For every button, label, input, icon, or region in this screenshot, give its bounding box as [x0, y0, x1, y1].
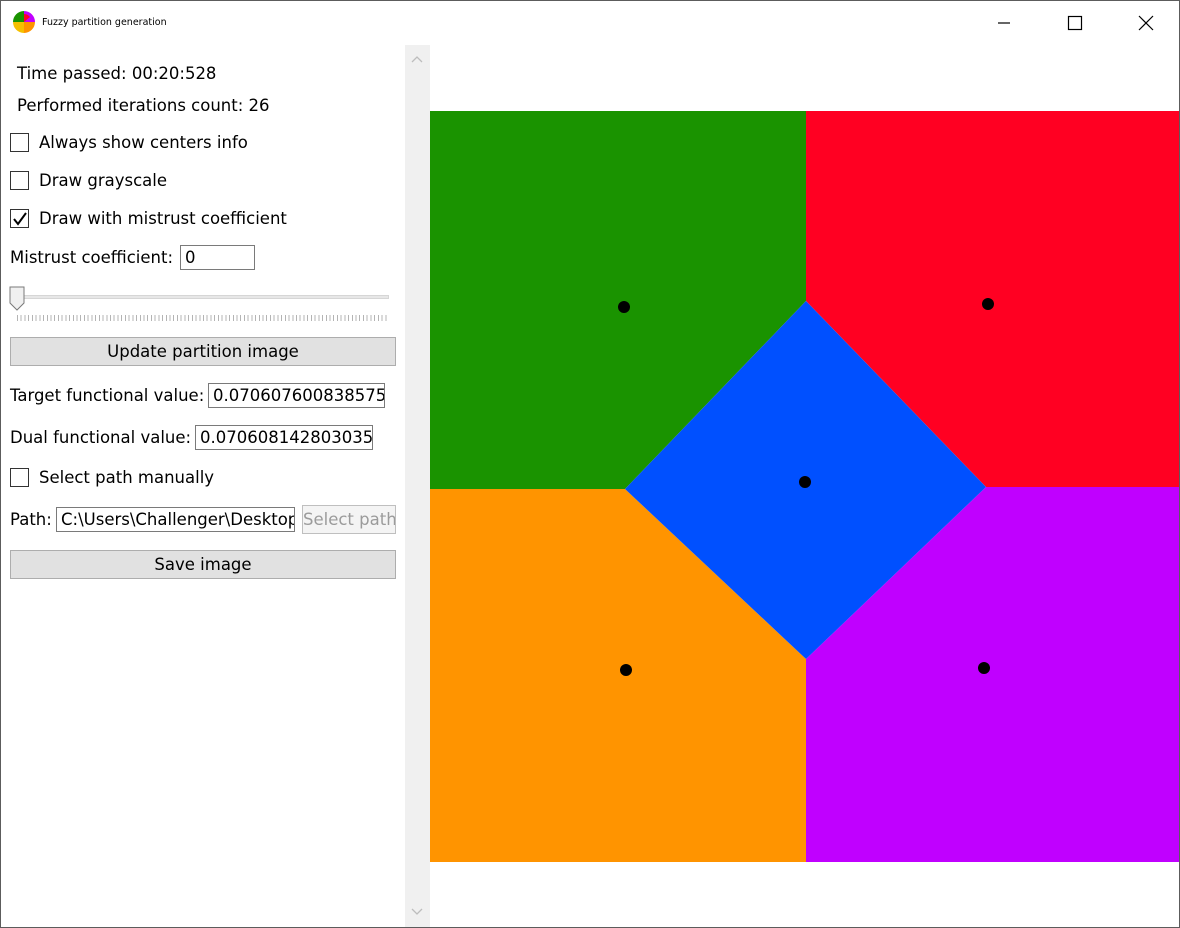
partition-image: [430, 111, 1179, 862]
dual-functional-label: Dual functional value:: [10, 428, 192, 447]
path-input[interactable]: C:\Users\Challenger\Desktop: [56, 507, 295, 532]
iterations-label: Performed iterations count: 26: [17, 96, 270, 115]
draw-mistrust-checkbox[interactable]: Draw with mistrust coefficient: [10, 207, 287, 229]
target-functional-label: Target functional value:: [10, 386, 205, 405]
app-window: Fuzzy partition generation Time passed: …: [0, 0, 1180, 928]
center-point-middle: [799, 476, 811, 488]
mistrust-slider-thumb[interactable]: [9, 286, 25, 311]
window-title: Fuzzy partition generation: [42, 17, 167, 28]
checkmark-icon: [13, 211, 27, 226]
mistrust-coefficient-label: Mistrust coefficient:: [10, 248, 174, 267]
target-functional-input[interactable]: 0.0706076008385756: [208, 383, 385, 408]
pie-chart-icon: [13, 11, 35, 33]
center-point-bottom-left: [620, 664, 632, 676]
scroll-down-icon[interactable]: [411, 908, 423, 916]
scroll-up-icon[interactable]: [411, 55, 423, 63]
path-label: Path:: [10, 510, 52, 529]
checkbox-label: Draw with mistrust coefficient: [39, 208, 287, 228]
panel-scrollbar[interactable]: [405, 45, 430, 927]
update-partition-button[interactable]: Update partition image: [10, 337, 396, 366]
maximize-icon: [1067, 15, 1083, 31]
save-image-button[interactable]: Save image: [10, 550, 396, 579]
checkbox-label: Draw grayscale: [39, 170, 167, 190]
minimize-button[interactable]: [981, 1, 1027, 45]
slider-ticks: [17, 315, 389, 321]
center-point-top-right: [982, 298, 994, 310]
select-path-manually-checkbox[interactable]: Select path manually: [10, 466, 214, 488]
select-path-button[interactable]: Select path: [302, 505, 396, 534]
checkbox-box[interactable]: [10, 170, 29, 190]
checkbox-label: Select path manually: [39, 467, 215, 487]
time-passed-label: Time passed: 00:20:528: [17, 64, 217, 83]
checkbox-box[interactable]: [10, 132, 29, 152]
close-button[interactable]: [1122, 1, 1168, 45]
always-show-centers-checkbox[interactable]: Always show centers info: [10, 131, 248, 153]
checkbox-box[interactable]: [10, 208, 29, 228]
maximize-button[interactable]: [1051, 1, 1097, 45]
minimize-icon: [998, 22, 1010, 24]
dual-functional-input[interactable]: 0.0706081428030351: [195, 425, 373, 450]
checkbox-box[interactable]: [10, 467, 29, 487]
mistrust-slider-track[interactable]: [17, 295, 389, 299]
checkbox-label: Always show centers info: [39, 132, 248, 152]
title-bar: Fuzzy partition generation: [1, 1, 1179, 45]
mistrust-coefficient-input[interactable]: 0: [180, 245, 255, 270]
close-icon: [1138, 15, 1154, 31]
draw-grayscale-checkbox[interactable]: Draw grayscale: [10, 169, 167, 191]
settings-panel: Time passed: 00:20:528 Performed iterati…: [1, 45, 405, 927]
center-point-bottom-right: [978, 662, 990, 674]
center-point-top-left: [618, 301, 630, 313]
